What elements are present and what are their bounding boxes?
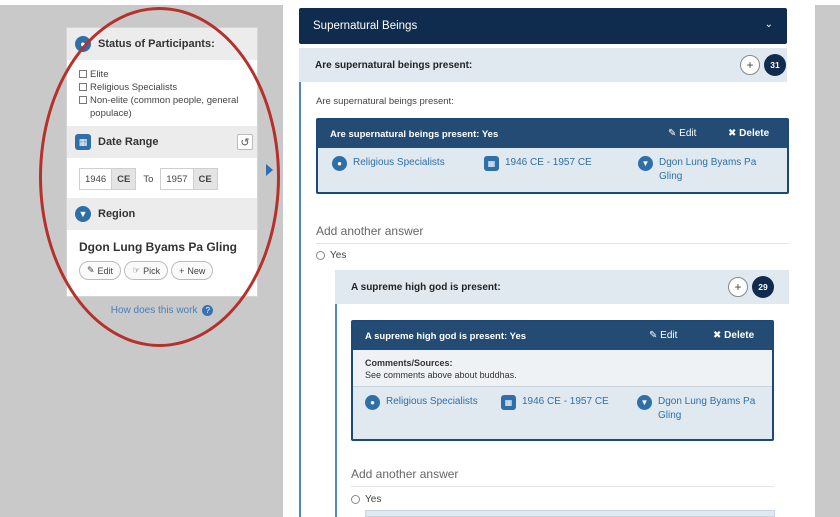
meta-dates[interactable]: ▦ 1946 CE - 1957 CE xyxy=(484,156,592,171)
user-icon: ● xyxy=(365,395,380,410)
add-answer-icon[interactable]: + xyxy=(728,277,748,297)
radio-button[interactable] xyxy=(351,495,360,504)
add-another-answer[interactable]: Add another answer xyxy=(316,224,789,244)
delete-label: Delete xyxy=(739,128,770,139)
comments-label: Comments/Sources: xyxy=(365,358,453,368)
meta-status-text: Religious Specialists xyxy=(353,157,445,168)
edit-answer-button[interactable]: ✎ Edit xyxy=(668,128,696,139)
meta-dates-text: 1946 CE - 1957 CE xyxy=(505,157,592,168)
branch-line xyxy=(299,82,301,517)
annotation-circle xyxy=(39,7,280,347)
meta-status[interactable]: ● Religious Specialists xyxy=(332,156,445,171)
calendar-icon: ▦ xyxy=(484,156,499,171)
radio-label: Yes xyxy=(330,250,347,261)
answer-meta: ● Religious Specialists ▦ 1946 CE - 1957 C… xyxy=(318,148,787,190)
add-answer-icon[interactable]: + xyxy=(740,55,760,75)
answer-header: Are supernatural beings present: Yes ✎ E… xyxy=(318,120,787,148)
question-row-high-god[interactable]: A supreme high god is present: + 29 xyxy=(335,270,789,304)
answer-meta: ● Religious Specialists ▦ 1946 CE - 1957 C… xyxy=(353,387,772,429)
question-prompt: Are supernatural beings present: xyxy=(316,96,454,107)
calendar-icon: ▦ xyxy=(501,395,516,410)
next-question-row xyxy=(365,510,775,517)
radio-yes[interactable]: Yes xyxy=(316,250,346,261)
answer-card-high-god: A supreme high god is present: Yes ✎ Edi… xyxy=(351,320,774,441)
meta-region[interactable]: ▼ Dgon Lung Byams Pa Gling xyxy=(637,395,772,423)
main-panel: Supernatural Beings ⌄ Are supernatural b… xyxy=(283,0,815,517)
map-pin-icon: ▼ xyxy=(637,395,652,410)
answer-count-badge: 29 xyxy=(752,276,774,298)
comments-text: See comments above about buddhas. xyxy=(365,370,517,380)
meta-dates-text: 1946 CE - 1957 CE xyxy=(522,396,609,407)
question-row-supernatural[interactable]: Are supernatural beings present: + 31 xyxy=(299,48,787,82)
meta-region-text: Dgon Lung Byams Pa Gling xyxy=(659,157,757,182)
delete-answer-button[interactable]: ✖ Delete xyxy=(713,330,754,341)
map-pin-icon: ▼ xyxy=(638,156,653,171)
delete-label: Delete xyxy=(724,330,755,341)
chevron-down-icon[interactable]: ⌄ xyxy=(765,19,773,30)
answer-comments: Comments/Sources: See comments above abo… xyxy=(353,350,772,387)
add-another-answer[interactable]: Add another answer xyxy=(351,467,774,487)
meta-dates[interactable]: ▦ 1946 CE - 1957 CE xyxy=(501,395,609,410)
edit-answer-button[interactable]: ✎ Edit xyxy=(649,330,677,341)
section-header[interactable]: Supernatural Beings ⌄ xyxy=(299,8,787,44)
answer-count-badge: 31 xyxy=(764,54,786,76)
delete-answer-button[interactable]: ✖ Delete xyxy=(728,128,769,139)
answer-card-supernatural: Are supernatural beings present: Yes ✎ E… xyxy=(316,118,789,194)
question-label: Are supernatural beings present: xyxy=(315,59,473,71)
section-title: Supernatural Beings xyxy=(313,20,418,32)
meta-region[interactable]: ▼ Dgon Lung Byams Pa Gling xyxy=(638,156,778,184)
meta-status-text: Religious Specialists xyxy=(386,396,478,407)
radio-yes[interactable]: Yes xyxy=(351,494,381,505)
meta-status[interactable]: ● Religious Specialists xyxy=(365,395,478,410)
user-icon: ● xyxy=(332,156,347,171)
answer-header: A supreme high god is present: Yes ✎ Edi… xyxy=(353,322,772,350)
answer-header-text: A supreme high god is present: Yes xyxy=(365,330,527,342)
radio-label: Yes xyxy=(365,494,382,505)
edit-label: Edit xyxy=(660,330,678,341)
question-label: A supreme high god is present: xyxy=(351,281,501,293)
radio-button[interactable] xyxy=(316,251,325,260)
branch-line xyxy=(335,304,337,517)
answer-header-text: Are supernatural beings present: Yes xyxy=(330,128,499,140)
edit-label: Edit xyxy=(679,128,697,139)
meta-region-text: Dgon Lung Byams Pa Gling xyxy=(658,396,756,421)
